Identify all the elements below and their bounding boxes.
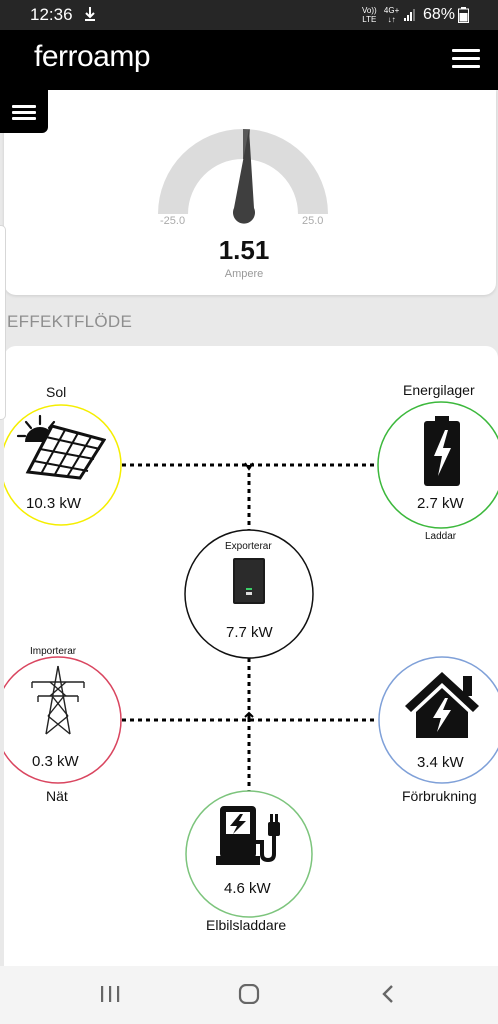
gauge-min-label: -25.0 bbox=[160, 215, 186, 227]
recent-apps-icon[interactable] bbox=[99, 984, 121, 1004]
side-drawer-edge[interactable] bbox=[0, 225, 6, 420]
signal-icon bbox=[404, 9, 415, 21]
gauge-value: 1.51 bbox=[218, 235, 270, 265]
power-tower-icon bbox=[31, 665, 85, 735]
ev-charger-power: 4.6 kW bbox=[224, 880, 271, 897]
consumption-label: Förbrukning bbox=[402, 788, 477, 804]
battery-icon bbox=[424, 416, 460, 486]
battery-status: Laddar bbox=[425, 531, 457, 542]
section-title: EFFEKTFLÖDE bbox=[7, 312, 133, 331]
gauge-max-label: 25.0 bbox=[302, 215, 324, 227]
download-icon bbox=[85, 7, 95, 21]
power-flow-card: Sol 10.3 kW Energilager 2.7 kW Laddar Ex… bbox=[4, 346, 498, 966]
grid-label: Nät bbox=[46, 788, 68, 804]
solar-power: 10.3 kW bbox=[26, 495, 82, 512]
battery-label: Energilager bbox=[403, 382, 475, 398]
side-menu-button[interactable] bbox=[0, 90, 48, 133]
gauge-unit: Ampere bbox=[224, 268, 264, 280]
solar-panel-icon bbox=[16, 414, 106, 480]
back-icon[interactable] bbox=[380, 984, 396, 1004]
ev-charger-icon bbox=[216, 806, 280, 865]
grid-status: Importerar bbox=[30, 646, 77, 657]
home-icon[interactable] bbox=[238, 984, 260, 1004]
grid-power: 0.3 kW bbox=[32, 753, 79, 770]
ev-charger-label: Elbilsladdare bbox=[206, 917, 287, 933]
inverter-power: 7.7 kW bbox=[226, 624, 273, 641]
ferroamp-logo: ferroamp bbox=[34, 40, 151, 73]
side-menu-icon bbox=[12, 105, 36, 121]
hamburger-menu-icon[interactable] bbox=[452, 49, 480, 71]
battery-power: 2.7 kW bbox=[417, 495, 464, 512]
status-bar: 12:36 Vo)) LTE 4G+ ↓↑ 68% bbox=[0, 0, 498, 30]
inverter-status: Exporterar bbox=[225, 541, 272, 552]
system-nav-bar bbox=[0, 966, 498, 1024]
house-icon bbox=[405, 672, 479, 738]
battery-status-icon bbox=[458, 7, 469, 23]
consumption-power: 3.4 kW bbox=[417, 754, 464, 771]
inverter-icon bbox=[233, 558, 265, 604]
status-time: 12:36 bbox=[30, 5, 73, 24]
app-header: ferroamp bbox=[0, 30, 498, 90]
solar-label: Sol bbox=[46, 384, 67, 400]
network-indicator: Vo)) LTE 4G+ ↓↑ bbox=[362, 6, 400, 24]
battery-percent: 68% bbox=[423, 6, 456, 23]
